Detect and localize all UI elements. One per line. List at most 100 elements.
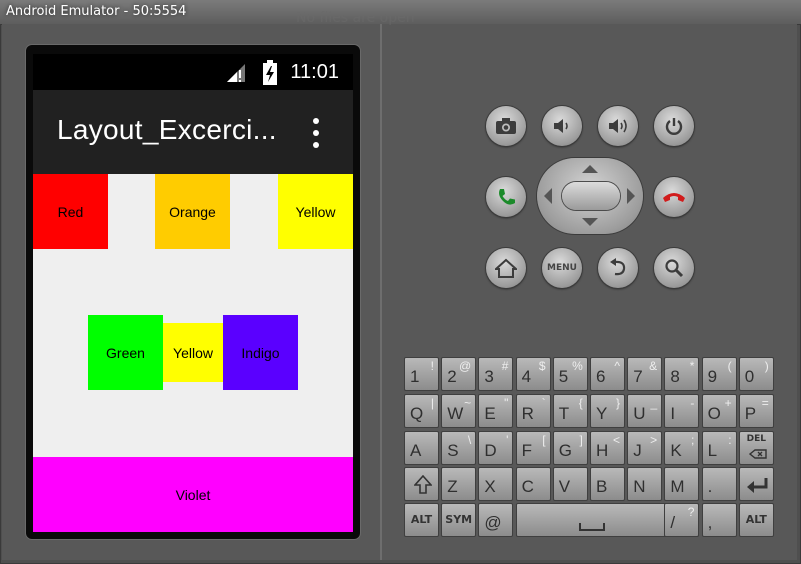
key-row2-9[interactable]: P = [738,394,774,428]
camera-button[interactable] [486,106,526,146]
key-row3-1-alt-label: \ [467,433,472,447]
slash-key[interactable]: /? [664,503,700,537]
key-0[interactable]: 1! [404,357,439,391]
shift-key[interactable] [404,467,439,501]
key-row4-3-label: V [558,477,571,496]
sym-key[interactable]: SYM [441,503,477,537]
key-row4-5[interactable]: N [627,467,663,501]
comma-key[interactable]: , [701,503,737,537]
key-2-alt-label: # [501,359,509,373]
key-row2-6[interactable]: U _ [627,394,663,428]
key-row3-7-label: K [670,441,682,460]
violet-box: Violet [33,457,353,532]
key-row2-8[interactable]: O + [701,394,737,428]
power-button[interactable] [654,106,694,146]
key-row3-3[interactable]: F[ [515,431,551,465]
key-row2-2-alt-label: " [504,396,509,410]
green-label: Green [106,344,145,361]
key-row3-7[interactable]: K; [664,431,700,465]
key-row4-6[interactable]: M [664,467,700,501]
key-row2-4-label: T [558,404,570,423]
key-row4-1[interactable]: X [478,467,514,501]
dpad-right-icon[interactable] [626,187,636,205]
end-call-icon [663,193,685,202]
key-row2-6-alt-label: _ [650,396,658,410]
key-row2-2[interactable]: E " [478,394,514,428]
status-time: 11:01 [290,61,339,83]
yellow-mid-label: Yellow [173,344,213,361]
key-7[interactable]: 8 * [664,357,700,391]
key-row3-2[interactable]: D ' [478,431,514,465]
key-1[interactable]: 2 @ [441,357,477,391]
alt-key-right[interactable]: ALT [738,503,774,537]
background-editor-text: No files are open [296,10,415,26]
key-4-label: 5 [558,367,569,386]
key-row2-7[interactable]: I- [664,394,700,428]
key-row3-5[interactable]: H < [590,431,625,465]
end-call-button[interactable] [654,177,694,217]
key-row4-4[interactable]: B [590,467,625,501]
status-bar: 11:01 [33,54,353,90]
volume-down-button[interactable] [542,106,582,146]
key-8-label: 9 [707,367,718,386]
search-button[interactable] [654,248,694,288]
at-key[interactable]: @ [478,503,514,537]
key-row3-1-label: S [447,441,459,460]
key-row2-4[interactable]: T{ [552,394,588,428]
key-5[interactable]: 6 ^ [590,357,625,391]
key-row3-5-label: H [596,441,609,460]
home-button[interactable] [486,248,526,288]
alt-key-right-label: ALT [745,513,767,526]
key-row2-0-label: Q [410,404,424,423]
key-row2-3[interactable]: R ` [515,394,551,428]
key-row2-1[interactable]: W ~ [441,394,477,428]
enter-key[interactable] [738,467,774,501]
key-8[interactable]: 9( [701,357,737,391]
dpad-center-button[interactable] [562,182,620,210]
key-row4-7-label: . [707,477,713,496]
call-button[interactable] [486,177,526,217]
key-2[interactable]: 3 # [478,357,514,391]
key-row2-4-alt-label: { [578,396,583,410]
key-3[interactable]: 4 $ [515,357,551,391]
overflow-menu-icon[interactable] [309,118,323,148]
key-4[interactable]: 5% [552,357,588,391]
key-row2-7-label: I [670,404,676,423]
key-row4-7[interactable]: . [701,467,737,501]
key-row3-6[interactable]: J > [627,431,663,465]
red-label: Red [57,203,84,220]
key-row2-5[interactable]: Y} [590,394,625,428]
key-row3-8[interactable]: L: [701,431,737,465]
menu-button[interactable]: MENU [542,248,582,288]
key-row4-5-label: N [633,477,646,496]
delete-key[interactable]: DEL [738,431,774,465]
key-1-alt-label: @ [459,359,472,373]
key-row2-8-label: O [707,404,721,423]
key-row2-3-alt-label: ` [541,396,546,410]
alt-key-left[interactable]: ALT [404,503,439,537]
key-9[interactable]: 0) [738,357,774,391]
dpad-up-icon[interactable] [581,164,599,174]
delete-key-label: DEL [746,434,766,444]
back-button[interactable] [598,248,638,288]
action-bar: Layout_Excerci... [33,90,353,174]
key-row3-4[interactable]: G] [552,431,588,465]
key-row4-1-label: X [484,477,496,496]
orange-label: Orange [169,203,216,220]
key-6[interactable]: 7 & [627,357,663,391]
key-row3-5-alt-label: < [612,433,620,447]
key-row3-1[interactable]: S \ [441,431,477,465]
key-row4-4-label: B [596,477,608,496]
slash-key-alt-label: ? [687,505,695,519]
dpad-down-icon[interactable] [581,217,599,227]
dpad-left-icon[interactable] [543,187,553,205]
key-row3-0[interactable]: A [404,431,439,465]
key-2-label: 3 [484,367,494,386]
key-row4-3[interactable]: V [552,467,588,501]
call-icon [499,189,515,205]
key-row4-0[interactable]: Z [441,467,477,501]
key-row2-0[interactable]: Q | [404,394,439,428]
volume-up-button[interactable] [598,106,638,146]
indigo-box: Indigo [223,315,298,390]
key-row4-2[interactable]: C [515,467,551,501]
